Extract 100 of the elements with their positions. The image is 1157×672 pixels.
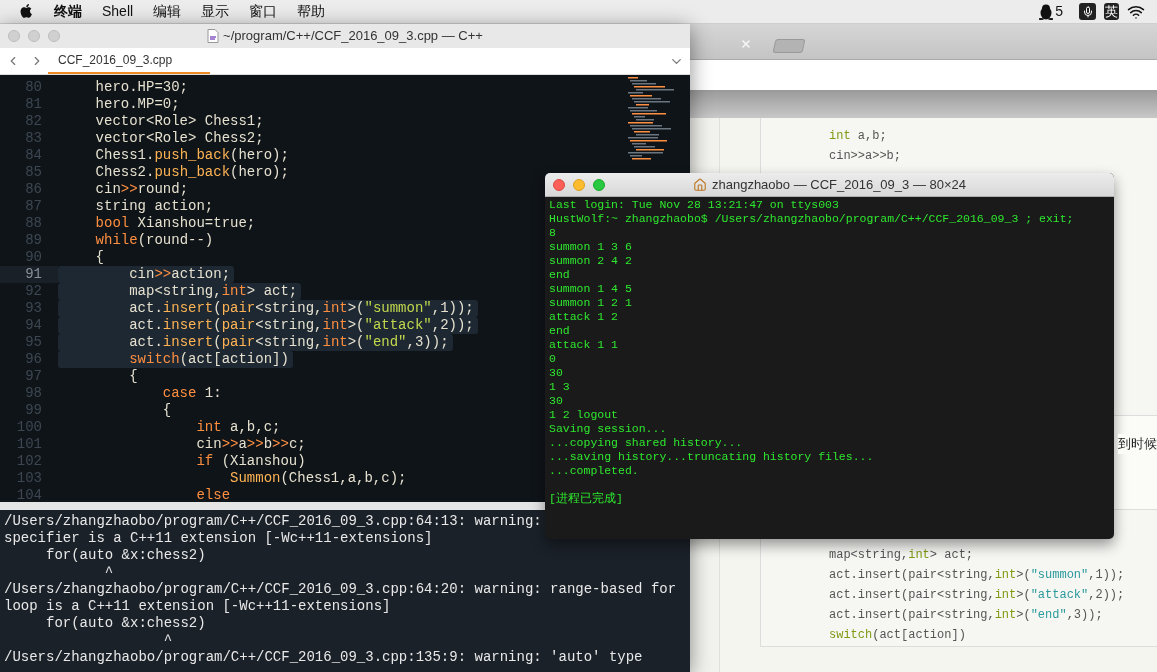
code-line: Chess2.push_back(hero); [94, 164, 290, 181]
output-line: /Users/zhangzhaobo/program/C++/CCF_2016_09_3.cpp:135:9: warning: 'auto' type [4, 649, 643, 666]
line-number: 81 [24, 96, 43, 113]
line-number: 100 [15, 419, 43, 436]
cpp-file-icon [207, 29, 220, 43]
code-line: while(round--) [94, 232, 215, 249]
menu-item[interactable]: 帮助 [297, 1, 326, 22]
output-line: ^ [162, 632, 173, 649]
code-line: { [94, 249, 105, 266]
output-line: loop is a C++11 extension [-Wc++11-extensions] [4, 598, 391, 615]
code-line: { [161, 402, 173, 419]
code-line: act.insert(pair<string,int>("attack",2)); [829, 587, 1125, 604]
code-line: { [128, 368, 139, 385]
line-number: 87 [24, 198, 43, 215]
line-number: 91 [0, 266, 58, 283]
code-line: vector<Role> Chess2; [94, 130, 265, 147]
menu-item[interactable]: Shell [102, 1, 134, 22]
line-number: 99 [24, 402, 43, 419]
terminal-line: 0 [549, 352, 556, 366]
home-icon [692, 177, 707, 192]
line-number: 90 [24, 249, 43, 266]
line-number: 83 [24, 130, 43, 147]
terminal-line: Last login: Tue Nov 28 13:21:47 on ttys003 [549, 198, 839, 212]
line-number: 104 [15, 487, 43, 502]
code-line: string action; [94, 198, 215, 215]
output-line: ^ [103, 564, 114, 581]
line-number: 102 [15, 453, 43, 470]
notification-count: 5 [1055, 2, 1063, 21]
code-line: hero.HP=30; [94, 79, 190, 96]
terminal-line: 30 [549, 394, 563, 408]
code-line: else [195, 487, 232, 502]
code-line: act.insert(pair<string,int>("summon",1)); [829, 567, 1125, 584]
close-button[interactable] [553, 178, 565, 191]
terminal-line: summon 2 4 2 [549, 254, 632, 268]
menu-item[interactable]: 窗口 [249, 1, 278, 22]
code-line: map<string,int> act; [829, 547, 974, 564]
line-number: 88 [24, 215, 43, 232]
output-line: for(auto &x:chess2) [45, 547, 206, 564]
code-line: Summon(Chess1,a,b,c); [229, 470, 408, 487]
menu-item[interactable]: 编辑 [153, 1, 182, 22]
line-number: 80 [24, 79, 43, 96]
window-title: zhangzhaobo — CCF_2016_09_3 — 80×24 [711, 175, 966, 194]
line-number: 86 [24, 181, 43, 198]
output-line: /Users/zhangzhaobo/program/C++/CCF_2016_09_3.cpp:64:20: warning: range-based for [4, 581, 677, 598]
line-number: 101 [15, 436, 43, 453]
code-line: act.insert(pair<string,int>("end",3)); [829, 607, 1103, 624]
menu-item[interactable]: 终端 [54, 1, 82, 22]
terminal-line: 1 2 logout [549, 408, 618, 422]
terminal-line: attack 1 1 [549, 338, 618, 352]
line-number: 93 [24, 300, 43, 317]
code-line: cin>>a>>b>>c; [195, 436, 307, 453]
terminal-line: ...saving history...truncating history files... [549, 450, 874, 464]
input-method-indicator[interactable]: 英 [1104, 3, 1119, 20]
code-line: cin>>round; [94, 181, 190, 198]
code-line: bool Xianshou=true; [94, 215, 257, 232]
line-number: 89 [24, 232, 43, 249]
line-number: 97 [24, 368, 43, 385]
window-title: ~/program/C++/CCF_2016_09_3.cpp — C++ [223, 27, 483, 46]
apple-logo-icon[interactable] [20, 3, 34, 20]
terminal-line: [进程已完成] [549, 492, 623, 506]
line-number: 95 [24, 334, 43, 351]
penguin-icon[interactable] [1039, 3, 1054, 20]
line-number: 92 [24, 283, 43, 300]
line-number: 84 [24, 147, 43, 164]
terminal-line: attack 1 2 [549, 310, 618, 324]
zoom-button[interactable] [593, 178, 605, 191]
menu-item[interactable]: 显示 [201, 1, 230, 22]
terminal-line: ...copying shared history... [549, 436, 743, 450]
terminal-line: summon 1 3 6 [549, 240, 632, 254]
terminal-line: end [549, 268, 570, 282]
new-tab-button[interactable] [772, 39, 806, 53]
code-line: hero.MP=0; [94, 96, 181, 113]
terminal-line: HustWolf:~ zhangzhaobo$ /Users/zhangzhaobo/program/C++/CCF_2016_09_3 ; exit; [549, 212, 1074, 226]
terminal-line: summon 1 2 1 [549, 296, 632, 310]
code-line: int a,b,c; [195, 419, 282, 436]
line-number: 96 [24, 351, 43, 368]
terminal-line: 1 3 [549, 380, 570, 394]
output-line: specifier is a C++11 extension [-Wc++11-extensions] [4, 530, 433, 547]
line-number: 85 [24, 164, 43, 181]
terminal-line: 8 [549, 226, 556, 240]
code-line: int a,b; [829, 128, 887, 145]
minimize-button[interactable] [573, 178, 585, 191]
terminal-line: ...completed. [549, 464, 639, 478]
code-line: switch(act[action]) [829, 627, 966, 644]
code-line: if (Xianshou) [195, 453, 307, 470]
microphone-icon[interactable] [1079, 3, 1096, 20]
terminal-line: end [549, 324, 570, 338]
terminal-line: Saving session... [549, 422, 667, 436]
line-number: 94 [24, 317, 43, 334]
code-line: Chess1.push_back(hero); [94, 147, 290, 164]
line-number: 82 [24, 113, 43, 130]
output-line: /Users/zhangzhaobo/program/C++/CCF_2016_09_3.cpp:64:13: warning: [4, 513, 542, 530]
line-number: 98 [24, 385, 43, 402]
terminal-line: 30 [549, 366, 563, 380]
code-line: case 1: [161, 385, 223, 402]
terminal-line: summon 1 4 5 [549, 282, 632, 296]
output-line: for(auto &x:chess2) [45, 615, 206, 632]
code-line: vector<Role> Chess1; [94, 113, 265, 130]
code-line: cin>>a>>b; [829, 148, 901, 165]
line-number: 103 [15, 470, 43, 487]
